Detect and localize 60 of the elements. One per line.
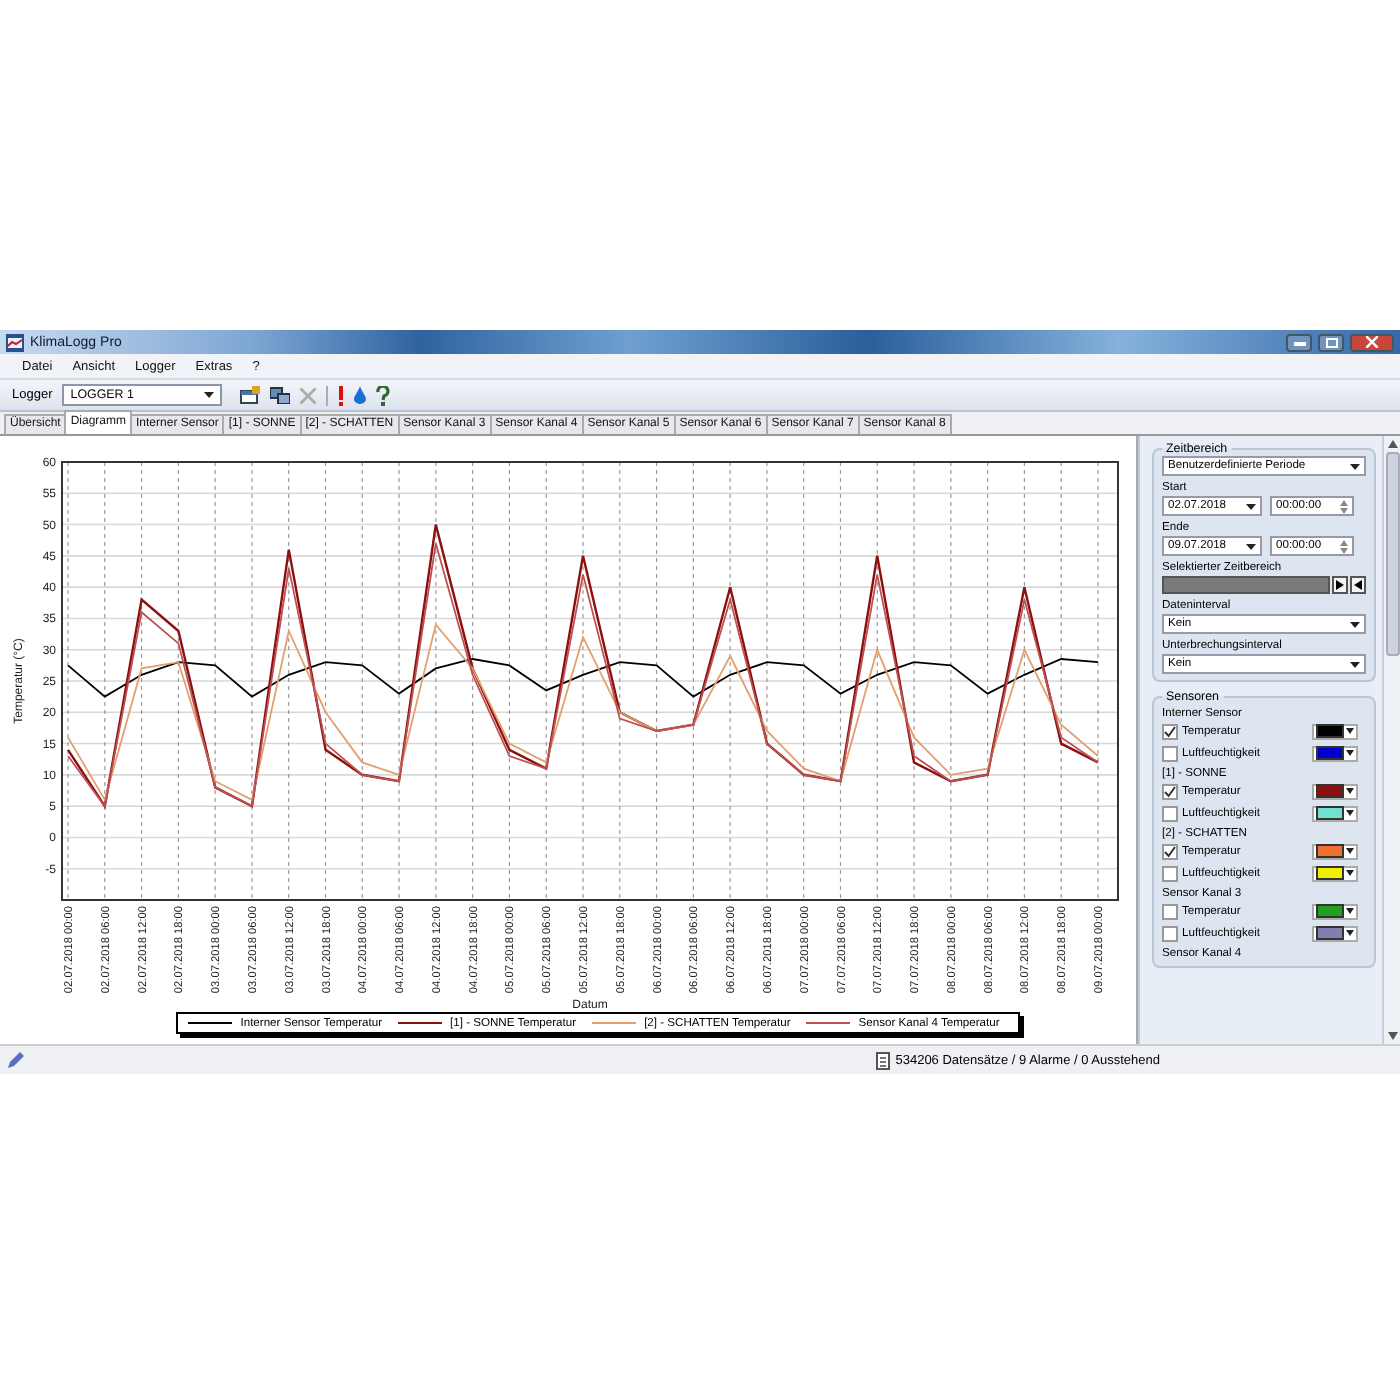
minimize-button[interactable] bbox=[1286, 333, 1312, 351]
caret-icon bbox=[1346, 930, 1354, 936]
legend-line-icon bbox=[398, 1022, 443, 1024]
checkbox[interactable] bbox=[1162, 723, 1178, 739]
maximize-icon bbox=[1325, 337, 1337, 347]
checkbox[interactable] bbox=[1162, 925, 1178, 941]
legend-line-icon bbox=[806, 1022, 851, 1024]
checkbox[interactable] bbox=[1162, 903, 1178, 919]
scroll-down-icon bbox=[1387, 1032, 1397, 1040]
caret-icon bbox=[1246, 543, 1256, 549]
check-icon bbox=[1164, 845, 1176, 857]
color-picker[interactable] bbox=[1312, 723, 1358, 739]
color-picker[interactable] bbox=[1312, 783, 1358, 799]
close-button[interactable] bbox=[1350, 333, 1394, 351]
help-icon[interactable] bbox=[376, 385, 391, 405]
checkbox[interactable] bbox=[1162, 843, 1178, 859]
color-picker[interactable] bbox=[1312, 805, 1358, 821]
range-start-button[interactable] bbox=[1350, 576, 1366, 594]
checkbox[interactable] bbox=[1162, 805, 1178, 821]
legend-line-icon bbox=[188, 1022, 233, 1024]
pencil-icon bbox=[8, 1052, 24, 1068]
caret-icon bbox=[1350, 661, 1360, 667]
exclamation-icon[interactable] bbox=[338, 385, 345, 405]
checkbox[interactable] bbox=[1162, 865, 1178, 881]
scrollbar[interactable] bbox=[1382, 436, 1400, 1044]
checkbox[interactable] bbox=[1162, 783, 1178, 799]
caret-icon bbox=[1246, 503, 1256, 509]
caret-icon bbox=[1350, 463, 1360, 469]
document-icon bbox=[875, 1051, 890, 1069]
check-icon bbox=[1164, 785, 1176, 797]
window-icon[interactable] bbox=[240, 386, 261, 404]
scroll-up-icon bbox=[1387, 440, 1397, 448]
scroll-thumb[interactable] bbox=[1385, 452, 1399, 656]
range-end-button[interactable] bbox=[1332, 576, 1348, 594]
play-back-icon bbox=[1354, 580, 1362, 590]
caret-icon bbox=[1346, 848, 1354, 854]
caret-icon bbox=[1346, 750, 1354, 756]
color-picker[interactable] bbox=[1312, 925, 1358, 941]
color-picker[interactable] bbox=[1312, 745, 1358, 761]
spinner-icon bbox=[1340, 499, 1348, 513]
color-picker[interactable] bbox=[1312, 865, 1358, 881]
caret-icon bbox=[204, 392, 215, 398]
maximize-button[interactable] bbox=[1318, 333, 1344, 351]
caret-icon bbox=[1350, 621, 1360, 627]
check-icon bbox=[1164, 725, 1176, 737]
checkbox[interactable] bbox=[1162, 745, 1178, 761]
minimize-icon bbox=[1293, 338, 1305, 346]
caret-icon bbox=[1346, 908, 1354, 914]
caret-icon bbox=[1346, 810, 1354, 816]
legend-line-icon bbox=[592, 1022, 637, 1024]
color-picker[interactable] bbox=[1312, 843, 1358, 859]
play-icon bbox=[1336, 580, 1344, 590]
spinner-icon bbox=[1340, 539, 1348, 553]
color-picker[interactable] bbox=[1312, 903, 1358, 919]
close-icon bbox=[1366, 336, 1378, 348]
caret-icon bbox=[1346, 788, 1354, 794]
caret-icon bbox=[1346, 870, 1354, 876]
caret-icon bbox=[1346, 728, 1354, 734]
water-drop-icon[interactable] bbox=[354, 386, 367, 404]
devices-icon[interactable] bbox=[270, 386, 291, 404]
